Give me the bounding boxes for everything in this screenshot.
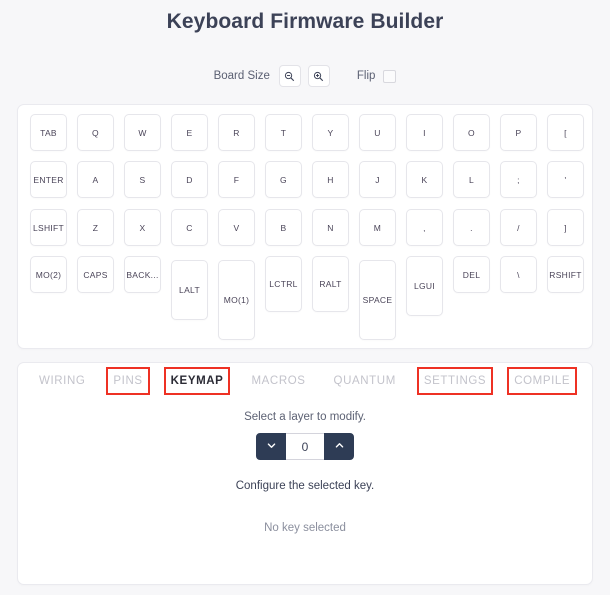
keyboard-layout-panel: TAB Q W E R T Y U I O P [ ENTER A S D F G H J K L; ' LSHIFT Z X C V… — [17, 104, 593, 349]
key-n[interactable]: N — [312, 209, 349, 246]
key-i[interactable]: I — [406, 114, 443, 151]
key-[interactable]: \ — [500, 256, 537, 293]
page-title: Keyboard Firmware Builder — [166, 10, 444, 33]
tab-pins[interactable]: PINS — [106, 367, 150, 395]
key-f[interactable]: F — [218, 161, 255, 198]
key-lalt[interactable]: LALT — [171, 260, 208, 320]
key-k[interactable]: K — [406, 161, 443, 198]
key-e[interactable]: E — [171, 114, 208, 151]
key-mo1[interactable]: MO(1) — [218, 260, 255, 340]
board-size-toolbar: Board Size Flip — [0, 65, 610, 87]
editor-panel: WIRING PINS KEYMAP MACROS QUANTUM SETTINGS COM… — [17, 362, 593, 585]
key-tab[interactable]: TAB — [30, 114, 67, 151]
zoom-in-button[interactable] — [307, 65, 330, 87]
configure-hint: Configure the selected key. — [235, 480, 375, 492]
flip-label: Flip — [356, 70, 376, 82]
key-[interactable]: / — [500, 209, 537, 246]
key-[interactable]: ' — [547, 161, 584, 198]
app-root: Keyboard Firmware Builder Board Size Fli… — [0, 0, 610, 595]
editor-body: Select a layer to modify. 0 Configure th… — [18, 411, 592, 534]
tab-macros[interactable]: MACROS — [248, 371, 308, 391]
key-b[interactable]: B — [265, 209, 302, 246]
key-[interactable]: . — [453, 209, 490, 246]
layer-value[interactable]: 0 — [286, 433, 324, 460]
tab-keymap[interactable]: KEYMAP — [163, 367, 231, 395]
key-j[interactable]: J — [359, 161, 396, 198]
key-lctrl[interactable]: LCTRL — [265, 256, 302, 312]
layer-increment-button[interactable] — [324, 433, 354, 460]
keyboard-surface: TAB Q W E R T Y U I O P [ ENTER A S D F G H J K L; ' LSHIFT Z X C V… — [18, 105, 592, 348]
key-caps[interactable]: CAPS — [77, 256, 114, 293]
key-z[interactable]: Z — [77, 209, 114, 246]
tab-settings[interactable]: SETTINGS — [416, 367, 494, 395]
flip-checkbox[interactable] — [383, 69, 397, 83]
tab-compile[interactable]: COMPILE — [507, 367, 578, 395]
key-rshift[interactable]: RSHIFT — [547, 256, 584, 293]
key-q[interactable]: Q — [77, 114, 114, 151]
key-back[interactable]: BACK... — [124, 256, 161, 293]
key-[interactable]: , — [406, 209, 443, 246]
tab-quantum[interactable]: QUANTUM — [331, 371, 399, 391]
key-w[interactable]: W — [124, 114, 161, 151]
key-r[interactable]: R — [218, 114, 255, 151]
key-v[interactable]: V — [218, 209, 255, 246]
zoom-out-button[interactable] — [278, 65, 301, 87]
key-del[interactable]: DEL — [453, 256, 490, 293]
chevron-up-icon — [334, 438, 345, 456]
key-c[interactable]: C — [171, 209, 208, 246]
key-lgui[interactable]: LGUI — [406, 256, 443, 316]
key-[interactable]: ] — [547, 209, 584, 246]
tab-wiring[interactable]: WIRING — [36, 371, 88, 391]
key-g[interactable]: G — [265, 161, 302, 198]
key-t[interactable]: T — [265, 114, 302, 151]
layer-hint: Select a layer to modify. — [244, 411, 366, 423]
chevron-down-icon — [266, 438, 277, 456]
magnifier-minus-icon — [284, 71, 295, 82]
layer-stepper: 0 — [256, 433, 354, 460]
key-[interactable]: [ — [547, 114, 584, 151]
key-x[interactable]: X — [124, 209, 161, 246]
key-u[interactable]: U — [359, 114, 396, 151]
tab-bar: WIRING PINS KEYMAP MACROS QUANTUM SETTINGS COM… — [18, 367, 592, 395]
key-lshift[interactable]: LSHIFT — [30, 209, 67, 246]
key-s[interactable]: S — [124, 161, 161, 198]
key-space[interactable]: SPACE — [359, 260, 396, 340]
key-[interactable]: ; — [500, 161, 537, 198]
magnifier-plus-icon — [313, 71, 324, 82]
key-d[interactable]: D — [171, 161, 208, 198]
key-mo2[interactable]: MO(2) — [30, 256, 67, 293]
key-o[interactable]: O — [453, 114, 490, 151]
key-a[interactable]: A — [77, 161, 114, 198]
key-y[interactable]: Y — [312, 114, 349, 151]
key-enter[interactable]: ENTER — [30, 161, 67, 198]
key-l[interactable]: L — [453, 161, 490, 198]
key-h[interactable]: H — [312, 161, 349, 198]
layer-decrement-button[interactable] — [256, 433, 286, 460]
key-m[interactable]: M — [359, 209, 396, 246]
selection-status: No key selected — [264, 522, 346, 534]
board-size-label: Board Size — [213, 70, 270, 82]
key-ralt[interactable]: RALT — [312, 256, 349, 312]
key-p[interactable]: P — [500, 114, 537, 151]
